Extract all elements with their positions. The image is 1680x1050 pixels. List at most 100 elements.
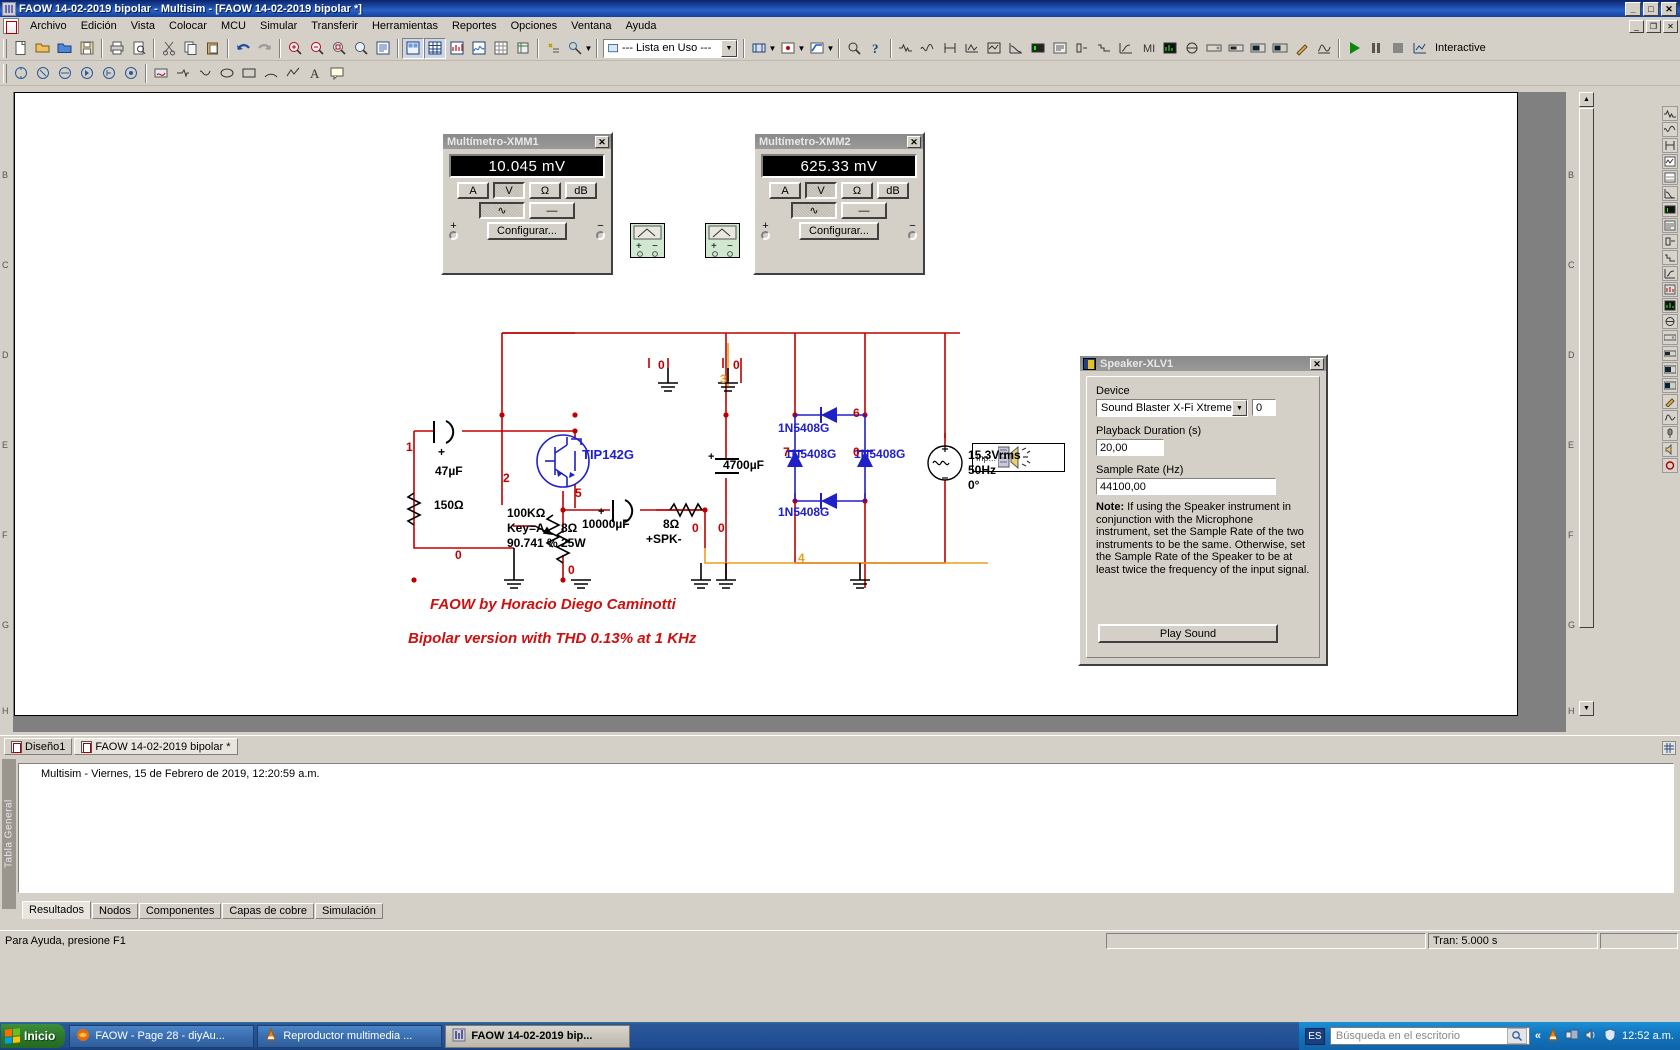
zoom-fit-icon[interactable]	[350, 38, 372, 59]
results-side-tab[interactable]: Tabla General	[2, 759, 16, 909]
xmm2-plus-dot-icon[interactable]	[761, 231, 770, 240]
place-ellipse-icon[interactable]	[216, 63, 238, 84]
place-diode-icon[interactable]	[76, 63, 98, 84]
speaker-dialog-titlebar[interactable]: Speaker-XLV1 ✕	[1080, 356, 1326, 371]
sheet-tab-diseno1[interactable]: Diseño1	[4, 738, 73, 755]
postprocessor-icon[interactable]	[490, 38, 512, 59]
undo-icon[interactable]	[232, 38, 254, 59]
netlist-icon[interactable]	[512, 38, 534, 59]
xmm2-configure-button[interactable]: Configurar...	[799, 222, 879, 240]
new-file-icon[interactable]	[10, 38, 32, 59]
interactive-mode-icon[interactable]	[1409, 38, 1431, 59]
doc-minimize-button[interactable]: _	[1629, 19, 1644, 33]
xmm2-mode-db[interactable]: dB	[877, 182, 909, 199]
doc-restore-button[interactable]: ❐	[1646, 19, 1661, 33]
tab-nodos[interactable]: Nodos	[92, 903, 138, 919]
instrument-tektronix-scope-icon[interactable]	[1269, 38, 1291, 59]
zoom-in-icon[interactable]	[284, 38, 306, 59]
sheet-grid-icon[interactable]	[1662, 741, 1676, 755]
back-annotate-dropdown-icon[interactable]: ▼	[584, 38, 593, 59]
redo-icon[interactable]	[254, 38, 276, 59]
device-channel-input[interactable]: 0	[1252, 399, 1276, 416]
palette-frequency-counter-icon[interactable]	[1662, 202, 1678, 217]
paste-icon[interactable]	[202, 38, 224, 59]
place-comment-icon[interactable]	[326, 63, 348, 84]
instrument-measurement-probe-icon[interactable]	[1291, 38, 1313, 59]
in-use-list-combo[interactable]: --- Lista en Uso --- ▼	[603, 38, 738, 58]
playback-duration-input[interactable]: 20,00	[1096, 439, 1164, 456]
place-connector-icon[interactable]	[194, 63, 216, 84]
maximize-button[interactable]: □	[1643, 1, 1659, 16]
zoom-area-icon[interactable]	[328, 38, 350, 59]
find-component-icon[interactable]	[843, 38, 865, 59]
sample-rate-input[interactable]: 44100,00	[1096, 478, 1276, 495]
palette-logic-converter-icon[interactable]	[1662, 234, 1678, 249]
xmm1-mode-a[interactable]: A	[457, 182, 489, 199]
menu-colocar[interactable]: Colocar	[162, 18, 214, 34]
xmm2-minus-terminal[interactable]: −	[907, 221, 917, 240]
minimize-button[interactable]: _	[1625, 1, 1641, 16]
xmm1-dc-button[interactable]: —	[529, 202, 575, 219]
xmm2-titlebar[interactable]: Multímetro-XMM2 ✕	[755, 134, 923, 149]
open-file-icon[interactable]	[32, 38, 54, 59]
palette-tektronix-scope-icon[interactable]	[1662, 378, 1678, 393]
xmm2-ac-button[interactable]: ∿	[791, 202, 837, 219]
palette-agilent-scope-icon[interactable]	[1662, 362, 1678, 377]
place-source-icon[interactable]	[10, 63, 32, 84]
xmm1-minus-dot-icon[interactable]	[595, 231, 605, 240]
place-arc-icon[interactable]	[260, 63, 282, 84]
stop-simulation-icon[interactable]	[1387, 38, 1409, 59]
xmm1-configure-button[interactable]: Configurar...	[487, 222, 567, 240]
menu-vista[interactable]: Vista	[124, 18, 162, 34]
taskbar-clock[interactable]: 12:52 a.m.	[1622, 1030, 1674, 1042]
place-misc-icon[interactable]	[120, 63, 142, 84]
taskbar-button-multisim[interactable]: FAOW 14-02-2019 bip...	[445, 1024, 631, 1048]
zoom-sheet-icon[interactable]	[372, 38, 394, 59]
open-design-icon[interactable]	[54, 38, 76, 59]
place-bus-icon[interactable]	[806, 38, 828, 59]
sheet-tab-faow-bipolar[interactable]: FAOW 14-02-2019 bipolar *	[74, 738, 238, 755]
instrument-word-generator-icon[interactable]	[1049, 38, 1071, 59]
xmm2-mode-v[interactable]: V	[805, 182, 837, 199]
menu-reportes[interactable]: Reportes	[445, 18, 504, 34]
voltmeter-symbol-2[interactable]: + −	[705, 223, 740, 258]
xmm2-dc-button[interactable]: —	[841, 202, 887, 219]
palette-speaker-icon[interactable]	[1662, 442, 1678, 457]
instrument-distortion-icon[interactable]: MISC	[1137, 38, 1159, 59]
instrument-logic-converter-icon[interactable]	[1071, 38, 1093, 59]
palette-wattmeter-icon[interactable]	[1662, 138, 1678, 153]
speaker-dialog-close-icon[interactable]: ✕	[1310, 357, 1324, 370]
tab-componentes[interactable]: Componentes	[138, 903, 222, 919]
xmm1-mode-v[interactable]: V	[493, 182, 525, 199]
multimeter-xmm1-window[interactable]: Multímetro-XMM1 ✕ 10.045 mV A V Ω dB ∿ —…	[441, 132, 613, 275]
place-junction-icon[interactable]	[777, 38, 799, 59]
tab-capas-de-cobre[interactable]: Capas de cobre	[222, 903, 315, 919]
xmm1-plus-dot-icon[interactable]	[449, 231, 458, 240]
instrument-logic-analyzer-icon[interactable]	[1093, 38, 1115, 59]
desktop-search-input[interactable]: Búsqueda en el escritorio	[1329, 1027, 1530, 1045]
print-icon[interactable]	[106, 38, 128, 59]
pause-simulation-icon[interactable]	[1365, 38, 1387, 59]
instrument-spectrum-icon[interactable]	[1159, 38, 1181, 59]
instrument-agilent-fgen-icon[interactable]	[1203, 38, 1225, 59]
results-log-area[interactable]: Multisim - Viernes, 15 de Febrero de 201…	[18, 763, 1674, 893]
xmm2-minus-dot-icon[interactable]	[907, 231, 917, 240]
menu-herramientas[interactable]: Herramientas	[365, 18, 445, 34]
place-transistor-icon[interactable]	[98, 63, 120, 84]
cut-icon[interactable]	[158, 38, 180, 59]
copy-icon[interactable]	[180, 38, 202, 59]
instrument-4ch-scope-icon[interactable]	[983, 38, 1005, 59]
palette-logic-analyzer-icon[interactable]	[1662, 250, 1678, 265]
palette-multimeter-icon[interactable]	[1662, 106, 1678, 121]
scroll-thumb[interactable]	[1579, 108, 1594, 628]
instrument-agilent-multimeter-icon[interactable]	[1225, 38, 1247, 59]
palette-distortion-analyzer-icon[interactable]	[1662, 282, 1678, 297]
scroll-up-icon[interactable]: ▲	[1579, 92, 1594, 107]
tray-vlc-icon[interactable]	[1546, 1027, 1560, 1045]
place-polyline-icon[interactable]	[282, 63, 304, 84]
palette-4ch-scope-icon[interactable]	[1662, 170, 1678, 185]
menu-transferir[interactable]: Transferir	[304, 18, 365, 34]
xmm1-mode-db[interactable]: dB	[565, 182, 597, 199]
place-electromech-icon[interactable]	[172, 63, 194, 84]
place-rectangle-icon[interactable]	[238, 63, 260, 84]
